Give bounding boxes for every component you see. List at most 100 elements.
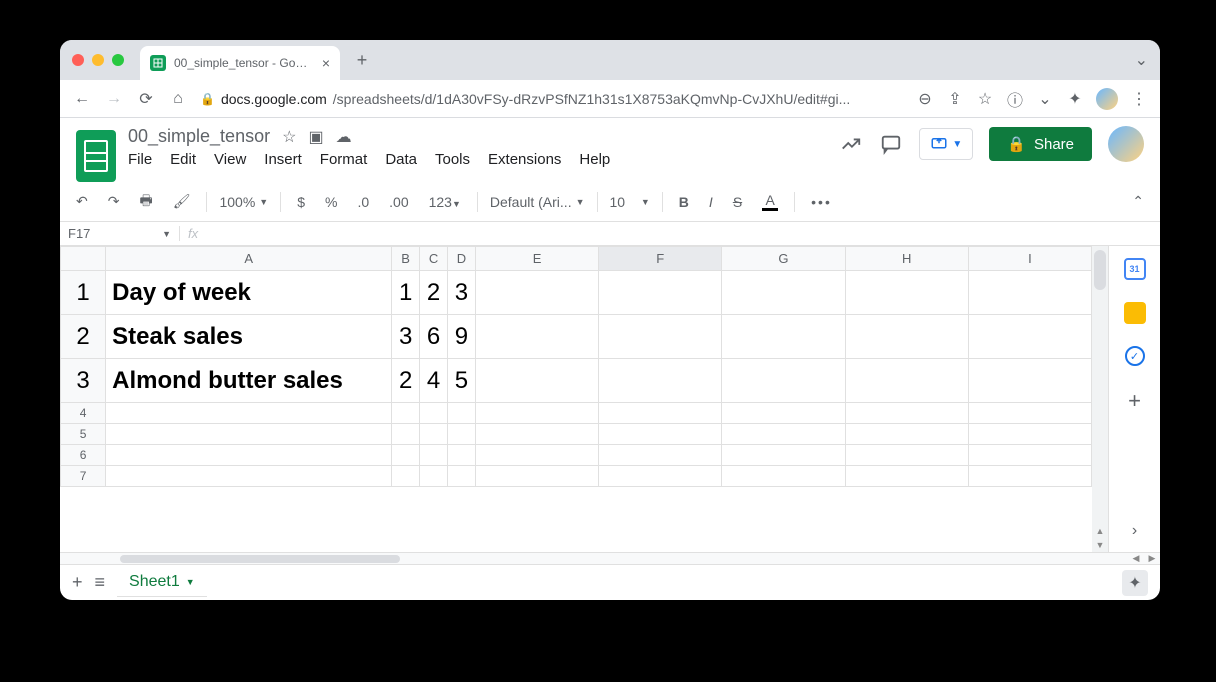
share-page-icon[interactable]: ⇪ [946,90,964,108]
cell-F1[interactable] [599,271,722,315]
back-button[interactable]: ← [72,90,92,108]
keep-icon[interactable] [1124,302,1146,324]
cell-G3[interactable] [722,359,845,403]
cell-H6[interactable] [845,445,968,466]
cell-E7[interactable] [475,466,598,487]
home-button[interactable]: ⌂ [168,90,188,108]
menu-file[interactable]: File [128,151,152,168]
cell-I6[interactable] [968,445,1091,466]
cell-C1[interactable]: 2 [420,271,448,315]
browser-tab[interactable]: 00_simple_tensor - Google Sh × [140,46,340,80]
cell-H3[interactable] [845,359,968,403]
cell-H1[interactable] [845,271,968,315]
font-select[interactable]: Default (Ari... ▼ [490,194,585,210]
star-icon[interactable]: ☆ [282,127,296,147]
url-field[interactable]: 🔒 docs.google.com/spreadsheets/d/1dA30vF… [200,91,904,107]
cell-C7[interactable] [420,466,448,487]
collapse-panel-icon[interactable]: › [1132,522,1137,540]
formula-input[interactable] [206,222,1160,245]
cell-I2[interactable] [968,315,1091,359]
menu-tools[interactable]: Tools [435,151,470,168]
cell-C3[interactable]: 4 [420,359,448,403]
reload-button[interactable]: ⟳ [136,89,156,109]
column-header-A[interactable]: A [106,247,392,271]
column-header-E[interactable]: E [475,247,598,271]
cell-B3[interactable]: 2 [392,359,420,403]
cell-I5[interactable] [968,424,1091,445]
menu-insert[interactable]: Insert [264,151,302,168]
cell-F3[interactable] [599,359,722,403]
cell-C2[interactable]: 6 [420,315,448,359]
new-tab-button[interactable]: + [348,46,376,74]
cell-G7[interactable] [722,466,845,487]
text-color-button[interactable]: A [758,190,782,213]
zoom-select[interactable]: 100% ▼ [219,194,268,210]
cell-G2[interactable] [722,315,845,359]
calendar-icon[interactable] [1124,258,1146,280]
cell-F7[interactable] [599,466,722,487]
collapse-toolbar-icon[interactable]: ⌃ [1128,191,1148,212]
cell-G1[interactable] [722,271,845,315]
forward-button[interactable]: → [104,90,124,108]
cell-A7[interactable] [106,466,392,487]
all-sheets-button[interactable]: ≡ [95,572,106,593]
minimize-window-button[interactable] [92,54,104,66]
move-icon[interactable]: ▣ [308,127,323,147]
column-header-D[interactable]: D [448,247,476,271]
column-header-B[interactable]: B [392,247,420,271]
cell-B2[interactable]: 3 [392,315,420,359]
vertical-scrollbar[interactable]: ▲ ▼ [1092,246,1108,552]
decrease-decimal-button[interactable]: .0 [353,192,373,212]
italic-button[interactable]: I [705,192,717,212]
bookmark-icon[interactable]: ☆ [976,90,994,108]
zoom-icon[interactable]: ⊖ [916,90,934,108]
cell-I3[interactable] [968,359,1091,403]
percent-button[interactable]: % [321,192,341,212]
cell-E2[interactable] [475,315,598,359]
bold-button[interactable]: B [675,192,693,212]
cell-E5[interactable] [475,424,598,445]
row-header-1[interactable]: 1 [61,271,106,315]
column-header-H[interactable]: H [845,247,968,271]
cell-D1[interactable]: 3 [448,271,476,315]
cell-I1[interactable] [968,271,1091,315]
cell-D5[interactable] [448,424,476,445]
row-header-7[interactable]: 7 [61,466,106,487]
cell-A3[interactable]: Almond butter sales [106,359,392,403]
sheet-tab-1[interactable]: Sheet1 ▼ [117,567,207,599]
close-window-button[interactable] [72,54,84,66]
row-header-3[interactable]: 3 [61,359,106,403]
menu-data[interactable]: Data [385,151,417,168]
cell-H2[interactable] [845,315,968,359]
cell-C6[interactable] [420,445,448,466]
kebab-menu-icon[interactable]: ⋮ [1130,90,1148,108]
row-header-2[interactable]: 2 [61,315,106,359]
cell-A6[interactable] [106,445,392,466]
cell-C5[interactable] [420,424,448,445]
font-size-select[interactable]: 10 ▼ [610,194,650,210]
cell-F6[interactable] [599,445,722,466]
explore-button[interactable]: ✦ [1122,570,1148,596]
cell-B4[interactable] [392,403,420,424]
cell-E1[interactable] [475,271,598,315]
cell-C4[interactable] [420,403,448,424]
menu-edit[interactable]: Edit [170,151,196,168]
cell-D2[interactable]: 9 [448,315,476,359]
cell-E3[interactable] [475,359,598,403]
close-tab-icon[interactable]: × [322,55,330,71]
cell-A1[interactable]: Day of week [106,271,392,315]
cell-D6[interactable] [448,445,476,466]
cell-F4[interactable] [599,403,722,424]
share-button[interactable]: 🔒 Share [989,127,1092,161]
cell-F5[interactable] [599,424,722,445]
cell-B7[interactable] [392,466,420,487]
more-toolbar-button[interactable]: ••• [807,192,836,212]
cell-D4[interactable] [448,403,476,424]
cell-D7[interactable] [448,466,476,487]
column-header-G[interactable]: G [722,247,845,271]
tasks-icon[interactable] [1125,346,1145,366]
cell-H4[interactable] [845,403,968,424]
cell-G6[interactable] [722,445,845,466]
cell-F2[interactable] [599,315,722,359]
tabs-dropdown-icon[interactable]: ⌄ [1135,50,1148,70]
